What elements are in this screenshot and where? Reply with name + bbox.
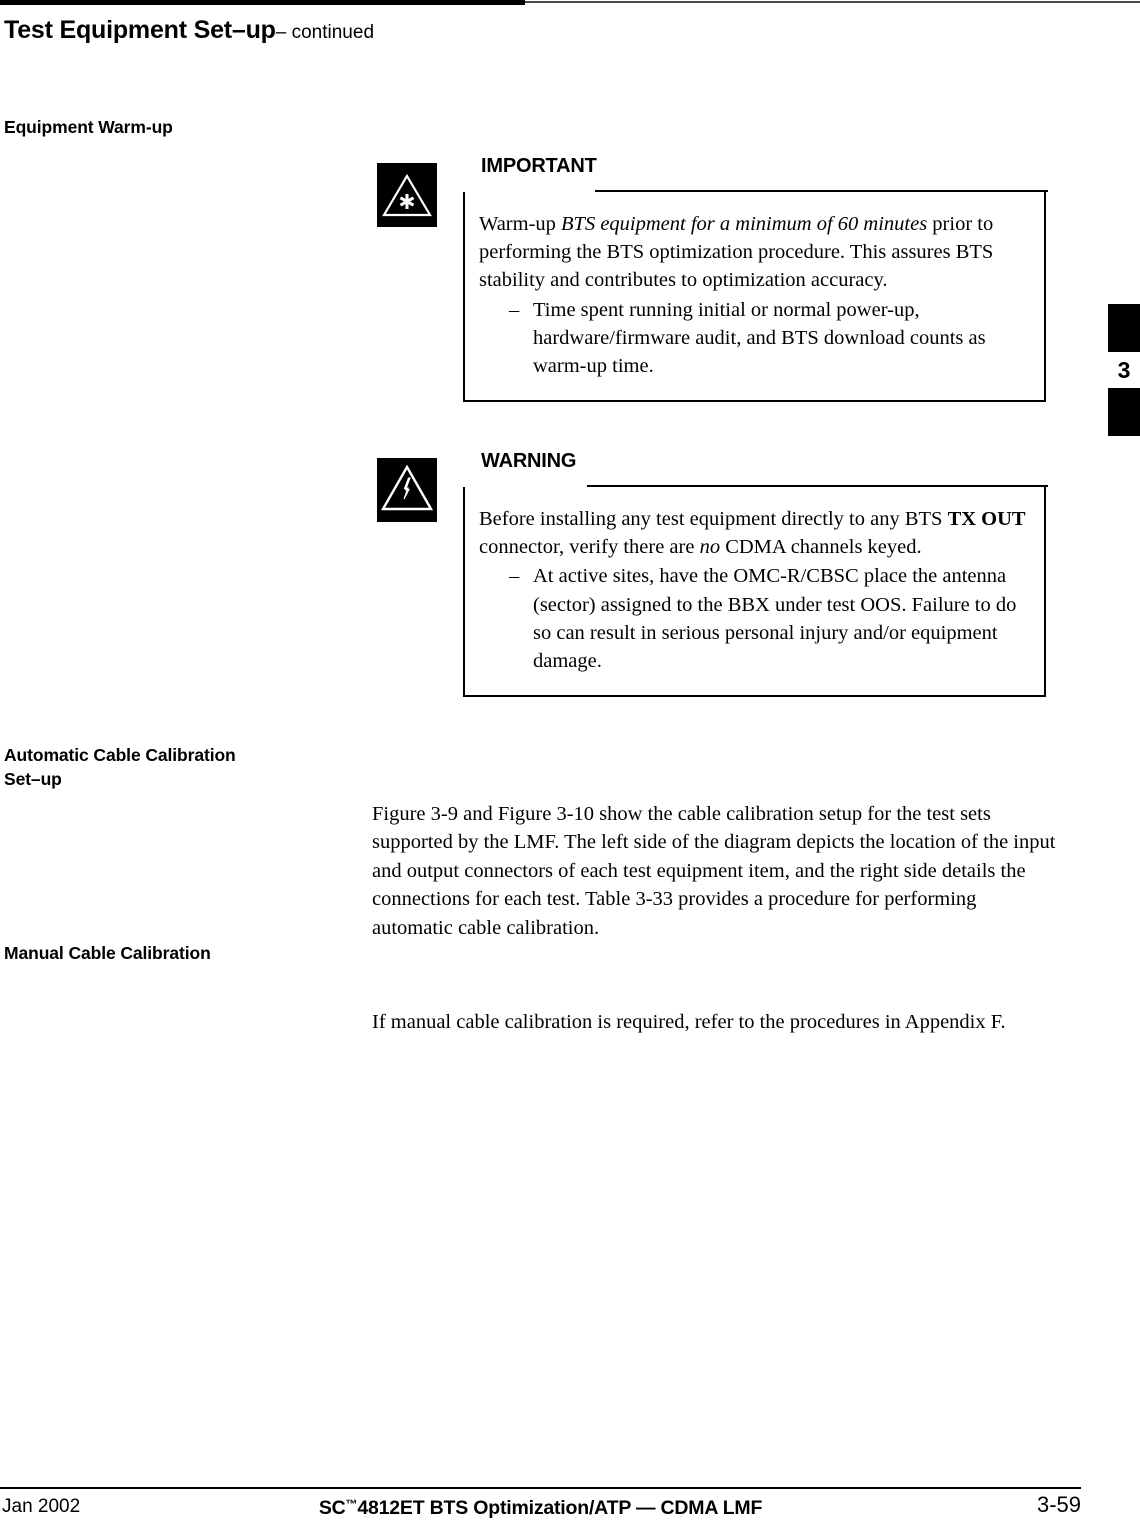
header-rule-thick (0, 0, 525, 5)
warning-para-bold: TX OUT (947, 508, 1026, 530)
lightning-triangle-icon (377, 458, 437, 522)
important-paragraph: Warm-up BTS equipment for a minimum of 6… (479, 210, 1028, 295)
header-rule-thin (525, 1, 1140, 3)
important-dash-mark: – (509, 298, 520, 321)
warning-label: WARNING (481, 450, 577, 472)
warning-para-lead: Before installing any test equipment dir… (479, 508, 948, 530)
asterisk-triangle-icon (377, 163, 437, 227)
paragraph-manual-cable-calibration: If manual cable calibration is required,… (372, 1011, 1006, 1033)
warning-dash-mark: – (509, 565, 520, 588)
section-heading-manual-cable-calibration: Manual Cable Calibration (4, 943, 211, 963)
important-label: IMPORTANT (481, 155, 597, 177)
chapter-tab-bar-top (1108, 304, 1140, 352)
important-box: Warm-up BTS equipment for a minimum of 6… (463, 190, 1048, 403)
chapter-tab-number: 3 (1117, 357, 1131, 383)
important-para-lead: Warm-up (479, 213, 562, 235)
warning-body: Before installing any test equipment dir… (465, 487, 1044, 695)
section-heading-equipment-warmup: Equipment Warm-up (4, 117, 173, 137)
warning-para-mid: connector, verify there are (479, 536, 700, 559)
warning-para-italic: no (699, 536, 721, 559)
footer-page-number: 3-59 (1036, 1492, 1081, 1517)
important-box-top-rule (595, 190, 1048, 192)
warning-dash-item: – At active sites, have the OMC-R/CBSC p… (479, 562, 1028, 675)
trademark-icon: ™ (345, 1497, 358, 1511)
warning-box-top-rule (587, 485, 1048, 487)
chapter-tab-bar-bottom (1108, 388, 1140, 436)
important-dash-text: Time spent running initial or normal pow… (533, 298, 986, 378)
page-title-continued: – continued (275, 22, 375, 43)
warning-para-tail: CDMA channels keyed. (720, 536, 922, 559)
section-heading-automatic-cable-calibration-setup: Automatic Cable Calibration Set–up (4, 745, 236, 789)
footer-rule (0, 1487, 1081, 1489)
page-title: Test Equipment Set–up– continued (4, 16, 374, 45)
important-dash-item: – Time spent running initial or normal p… (479, 296, 1028, 381)
paragraph-automatic-cable-calibration: Figure 3-9 and Figure 3-10 show the cabl… (372, 803, 1056, 939)
warning-dash-text: At active sites, have the OMC-R/CBSC pla… (533, 565, 1017, 673)
footer-document-title: SC™4812ET BTS Optimization/ATP — CDMA LM… (0, 1497, 1081, 1520)
warning-paragraph: Before installing any test equipment dir… (479, 505, 1028, 561)
footer-title-prefix: SC (318, 1497, 346, 1519)
page-title-main: Test Equipment Set–up (4, 16, 276, 44)
footer-title-rest: 4812ET BTS Optimization/ATP — CDMA LMF (357, 1497, 763, 1519)
important-body: Warm-up BTS equipment for a minimum of 6… (465, 192, 1044, 400)
warning-box: Before installing any test equipment dir… (463, 485, 1048, 698)
important-para-italic: BTS equipment for a minimum of 60 minute… (561, 213, 928, 235)
